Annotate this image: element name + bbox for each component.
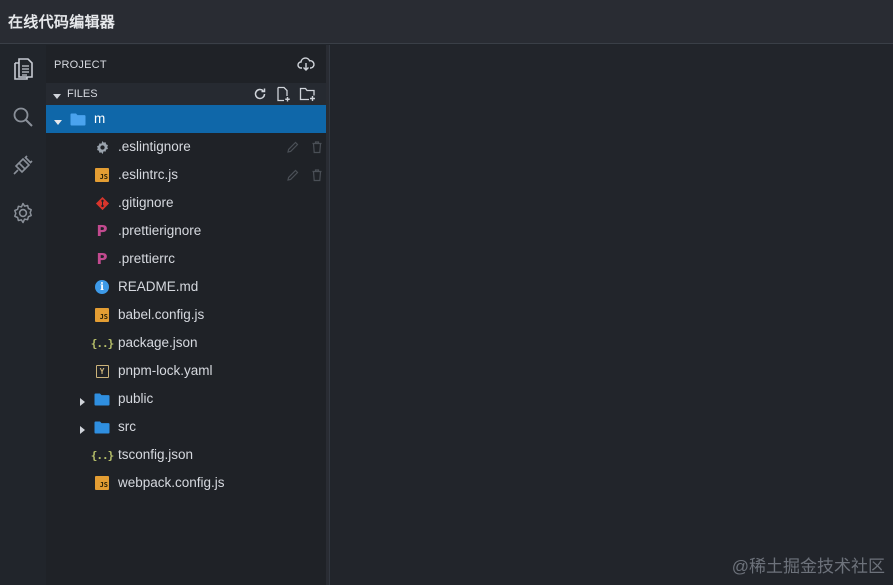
chevron-down-icon[interactable] xyxy=(52,88,62,99)
file-name: .eslintignore xyxy=(118,139,191,154)
json-icon: {..} xyxy=(91,447,114,463)
info-badge: i xyxy=(95,280,109,294)
file-name: .gitignore xyxy=(118,195,174,210)
file-row[interactable]: JS .eslintrc.js xyxy=(46,161,326,189)
folder-icon xyxy=(94,419,110,435)
file-row[interactable]: P .prettierignore xyxy=(46,217,326,245)
js-icon: JS xyxy=(94,307,110,323)
new-folder-icon[interactable] xyxy=(299,86,315,102)
yaml-badge: Y xyxy=(95,364,109,378)
file-row[interactable]: JS babel.config.js xyxy=(46,301,326,329)
json-icon: {..} xyxy=(91,335,114,351)
gear-icon[interactable] xyxy=(9,199,37,227)
file-row[interactable]: .gitignore xyxy=(46,189,326,217)
cloud-download-icon[interactable] xyxy=(297,55,315,73)
git-icon xyxy=(94,195,110,211)
js-icon: JS xyxy=(94,475,110,491)
trash-icon[interactable] xyxy=(310,168,324,182)
file-row[interactable]: .eslintignore xyxy=(46,133,326,161)
trash-icon[interactable] xyxy=(310,140,324,154)
refresh-icon[interactable] xyxy=(252,86,268,102)
file-name: README.md xyxy=(118,279,199,294)
folder-icon xyxy=(70,111,86,127)
chevron-right-icon[interactable] xyxy=(77,394,87,406)
explorer-sidebar: PROJECT FILES m .eslintignore JS .eslint… xyxy=(46,45,326,585)
file-row[interactable]: P .prettierrc xyxy=(46,245,326,273)
prettier-badge: P xyxy=(96,250,108,268)
folder-row[interactable]: m xyxy=(46,105,326,133)
prettier-badge: P xyxy=(96,222,108,240)
chevron-right-icon[interactable] xyxy=(77,422,87,434)
search-icon[interactable] xyxy=(9,103,37,131)
watermark: @稀土掘金技术社区 xyxy=(731,557,885,576)
info-icon: i xyxy=(94,279,110,295)
project-label: PROJECT xyxy=(54,59,107,71)
title-bar: 在线代码编辑器 xyxy=(0,0,893,44)
new-file-icon[interactable] xyxy=(275,86,291,102)
app-window: 在线代码编辑器 PROJECT FILES m .eslintignore JS… xyxy=(0,0,893,585)
file-name: webpack.config.js xyxy=(118,475,225,490)
file-row[interactable]: JS webpack.config.js xyxy=(46,469,326,497)
chevron-down-icon[interactable] xyxy=(53,114,63,125)
plug-icon[interactable] xyxy=(9,151,37,179)
folder-name: src xyxy=(118,419,136,434)
json-badge: {..} xyxy=(90,448,114,462)
yaml-icon: Y xyxy=(94,363,110,379)
folder-row[interactable]: src xyxy=(46,413,326,441)
js-badge: JS xyxy=(95,168,109,182)
file-tree: m .eslintignore JS .eslintrc.js .gitignore P.… xyxy=(46,105,326,497)
file-name: pnpm-lock.yaml xyxy=(118,363,213,378)
files-label: FILES xyxy=(67,88,98,100)
app-title: 在线代码编辑器 xyxy=(8,14,116,31)
pencil-icon[interactable] xyxy=(286,168,300,182)
file-row[interactable]: i README.md xyxy=(46,273,326,301)
folder-name: public xyxy=(118,391,154,406)
file-name: .prettierrc xyxy=(118,251,176,266)
activity-bar xyxy=(0,45,46,585)
file-name: package.json xyxy=(118,335,198,350)
js-badge: JS xyxy=(95,308,109,322)
file-name: babel.config.js xyxy=(118,307,205,322)
file-name: tsconfig.json xyxy=(118,447,194,462)
pencil-icon[interactable] xyxy=(286,140,300,154)
prettier-icon: P xyxy=(94,222,110,240)
folder-icon xyxy=(94,391,110,407)
project-header: PROJECT xyxy=(46,45,326,83)
file-name: .eslintrc.js xyxy=(118,167,179,182)
files-section-header[interactable]: FILES xyxy=(46,83,326,105)
file-row[interactable]: Ypnpm-lock.yaml xyxy=(46,357,326,385)
folder-row[interactable]: public xyxy=(46,385,326,413)
file-name: .prettierignore xyxy=(118,223,202,238)
folder-name: m xyxy=(94,111,106,126)
prettier-icon: P xyxy=(94,250,110,268)
gear-icon xyxy=(94,139,110,155)
file-row[interactable]: {..} tsconfig.json xyxy=(46,441,326,469)
file-row[interactable]: {..} package.json xyxy=(46,329,326,357)
js-icon: JS xyxy=(94,167,110,183)
sidebar-resize-handle[interactable] xyxy=(326,45,330,585)
editor-area[interactable]: @稀土掘金技术社区 xyxy=(331,45,893,585)
js-badge: JS xyxy=(95,476,109,490)
files-icon[interactable] xyxy=(9,55,37,83)
json-badge: {..} xyxy=(90,336,114,350)
